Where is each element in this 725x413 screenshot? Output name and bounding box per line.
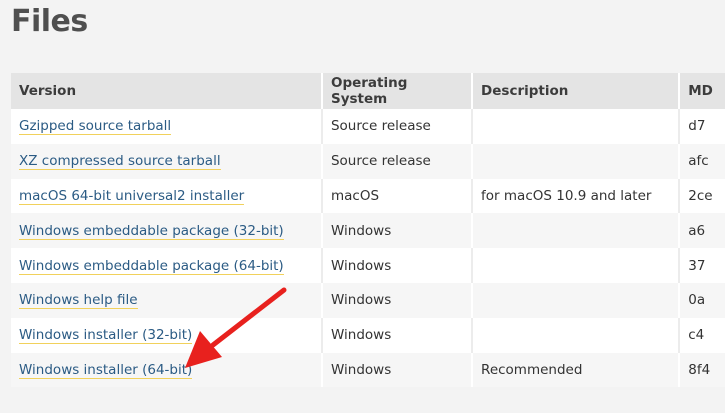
table-row: Windows embeddable package (64-bit) Wind… — [11, 248, 725, 283]
cell-description — [471, 109, 679, 144]
cell-version: Gzipped source tarball — [11, 109, 321, 144]
cell-os: Windows — [320, 317, 472, 353]
cell-md5: a6 — [678, 213, 725, 249]
cell-version: XZ compressed source tarball — [11, 143, 321, 179]
page: Files Version Operating System Descripti… — [0, 0, 725, 413]
cell-os: Windows — [320, 213, 472, 249]
cell-version: Windows help file — [11, 282, 321, 318]
table-row: Windows embeddable package (32-bit) Wind… — [11, 213, 725, 249]
cell-os: Windows — [320, 282, 472, 318]
cell-os: Source release — [320, 109, 472, 144]
cell-description — [471, 248, 679, 283]
cell-md5: 8f4 — [678, 352, 725, 388]
table-row: Windows help file Windows 0a — [11, 282, 725, 318]
download-link-windows-installer-64[interactable]: Windows installer (64-bit) — [19, 361, 193, 379]
table-row: Gzipped source tarball Source release d7 — [11, 109, 725, 144]
cell-md5: 37 — [678, 248, 725, 283]
table-row: Windows installer (64-bit) Windows Recom… — [11, 352, 725, 388]
table-row: XZ compressed source tarball Source rele… — [11, 143, 725, 179]
cell-md5: afc — [678, 143, 725, 179]
cell-description: for macOS 10.9 and later — [471, 178, 679, 214]
cell-md5: 0a — [678, 282, 725, 318]
cell-md5: 2ce — [678, 178, 725, 214]
cell-description — [471, 282, 679, 318]
download-link-windows-help-file[interactable]: Windows help file — [19, 292, 138, 310]
download-link-gzipped-source-tarball[interactable]: Gzipped source tarball — [19, 118, 172, 136]
download-link-xz-source-tarball[interactable]: XZ compressed source tarball — [19, 153, 221, 171]
cell-md5: d7 — [678, 109, 725, 144]
cell-description — [471, 317, 679, 353]
table-header-row: Version Operating System Description MD — [11, 73, 725, 109]
cell-os: Windows — [320, 352, 472, 388]
cell-os: Windows — [320, 248, 472, 283]
cell-version: macOS 64-bit universal2 installer — [11, 178, 321, 214]
download-link-macos-installer[interactable]: macOS 64-bit universal2 installer — [19, 187, 245, 205]
table-row: Windows installer (32-bit) Windows c4 — [11, 317, 725, 353]
header-operating-system: Operating System — [320, 73, 472, 109]
cell-version: Windows installer (64-bit) — [11, 352, 321, 388]
download-link-windows-installer-32[interactable]: Windows installer (32-bit) — [19, 327, 193, 345]
download-link-windows-embeddable-32[interactable]: Windows embeddable package (32-bit) — [19, 222, 284, 240]
page-title: Files — [11, 4, 88, 39]
cell-version: Windows embeddable package (64-bit) — [11, 248, 321, 283]
header-description: Description — [471, 73, 679, 109]
download-link-windows-embeddable-64[interactable]: Windows embeddable package (64-bit) — [19, 257, 284, 275]
cell-version: Windows embeddable package (32-bit) — [11, 213, 321, 249]
cell-md5: c4 — [678, 317, 725, 353]
cell-description — [471, 213, 679, 249]
cell-version: Windows installer (32-bit) — [11, 317, 321, 353]
cell-description: Recommended — [471, 352, 679, 388]
table-row: macOS 64-bit universal2 installer macOS … — [11, 178, 725, 214]
cell-description — [471, 143, 679, 179]
files-table: Version Operating System Description MD … — [11, 73, 725, 388]
cell-os: Source release — [320, 143, 472, 179]
header-version: Version — [11, 73, 321, 109]
header-md5: MD — [678, 73, 725, 109]
cell-os: macOS — [320, 178, 472, 214]
